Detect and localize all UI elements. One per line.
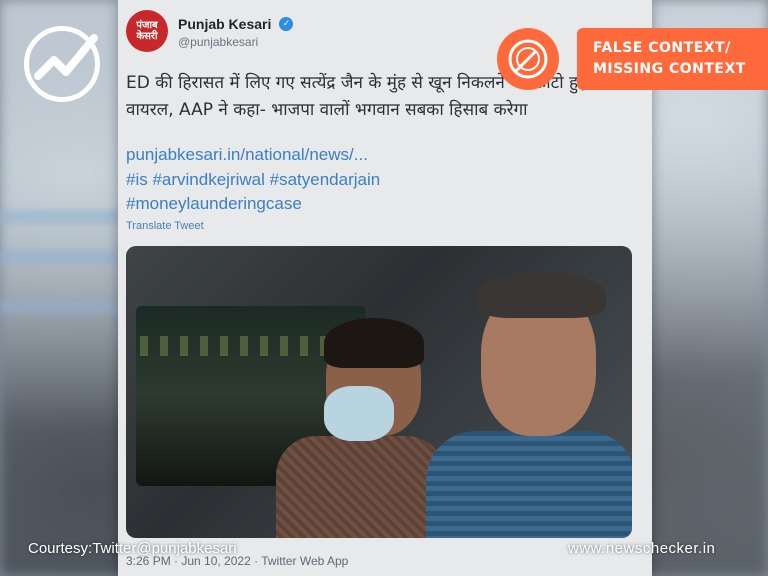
background-blur-detail [0,250,120,264]
person-left-hair [324,318,424,368]
person-right-hair [476,272,606,318]
fact-check-stamp-icon [497,28,559,90]
verdict-line-2: MISSING CONTEXT [593,61,746,77]
hashtags-line-1[interactable]: #is #arvindkejriwal #satyendarjain [126,170,380,190]
tweet-card: पंजाब केसरी Punjab Kesari ✓ @punjabkesar… [118,0,652,576]
verified-icon: ✓ [279,17,294,31]
author-names: Punjab Kesari ✓ @punjabkesari [178,14,294,49]
logo-check-icon [34,34,98,80]
display-name[interactable]: Punjab Kesari [178,16,271,32]
verdict-label: FALSE CONTEXT/ MISSING CONTEXT [577,28,768,90]
person-left-body [276,436,446,538]
verdict-line-1: FALSE CONTEXT/ [593,40,731,56]
handle[interactable]: @punjabkesari [178,35,293,49]
avatar[interactable]: पंजाब केसरी [126,10,168,52]
translate-tweet-link[interactable]: Translate Tweet [126,220,204,232]
tweet-header: पंजाब केसरी Punjab Kesari ✓ @punjabkesar… [126,10,294,52]
hashtags-line-2[interactable]: #moneylaunderingcase [126,194,302,214]
courtesy-credit: Courtesy:Twitter@punjabkesari [28,540,237,557]
tweet-link[interactable]: punjabkesari.in/national/news/... [126,145,368,165]
face-mask [324,386,394,441]
tweet-text: ED की हिरासत में लिए गए सत्येंद्र जैन के… [126,73,587,120]
site-url[interactable]: www.newschecker.in [568,540,715,557]
background-blur-detail [0,210,120,224]
tweet-photo[interactable] [126,246,632,538]
window-lights [140,336,340,356]
person-right-body [426,431,632,538]
background-blur-detail [0,300,120,314]
